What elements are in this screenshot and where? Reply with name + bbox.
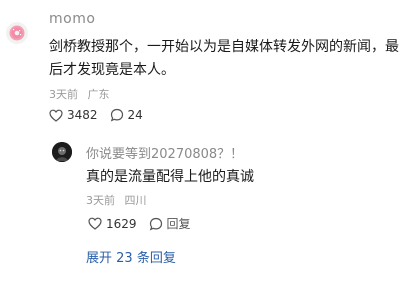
comment-actions: 3482 24 (49, 108, 155, 122)
comment-icon (110, 108, 123, 122)
comment-count-button[interactable]: 24 (110, 108, 143, 122)
reply-like-count: 1629 (106, 216, 137, 231)
reply-text: 真的是流量配得上他的真诚 (86, 169, 254, 185)
comment-username[interactable]: momo (49, 11, 95, 27)
reply-actions: 1629 回复 (88, 215, 203, 232)
heart-icon (88, 217, 102, 230)
comment-meta: 3天前 广东 (49, 86, 110, 102)
expand-prefix: 展开 (86, 251, 113, 266)
avatar[interactable] (6, 22, 28, 44)
like-count: 3482 (67, 108, 98, 122)
expand-count: 23 (116, 251, 133, 266)
comment-time: 3天前 (49, 88, 78, 101)
heart-icon (49, 109, 63, 122)
reply-time: 3天前 (86, 194, 115, 207)
expand-suffix: 条回复 (136, 251, 176, 266)
reply-avatar[interactable] (52, 142, 72, 162)
expand-replies-link[interactable]: 展开 23 条回复 (86, 247, 176, 266)
reply-like-button[interactable]: 1629 (88, 217, 137, 231)
donut-avatar-icon (9, 25, 25, 41)
comment-icon (149, 217, 162, 230)
comment-count: 24 (127, 108, 143, 122)
reply-location: 四川 (124, 194, 147, 207)
reply-meta: 3天前 四川 (86, 192, 147, 208)
comment-text: 剑桥教授那个，一开始以为是自媒体转发外网的新闻，最后才发现竟是本人。 (49, 39, 399, 78)
comment-location: 广东 (87, 88, 110, 101)
reply-button[interactable]: 回复 (149, 215, 191, 232)
like-button[interactable]: 3482 (49, 108, 98, 122)
reply-username[interactable]: 你说要等到20270808？！ (86, 143, 243, 162)
reply-button-label: 回复 (166, 217, 191, 231)
dark-avatar-icon (52, 142, 72, 162)
